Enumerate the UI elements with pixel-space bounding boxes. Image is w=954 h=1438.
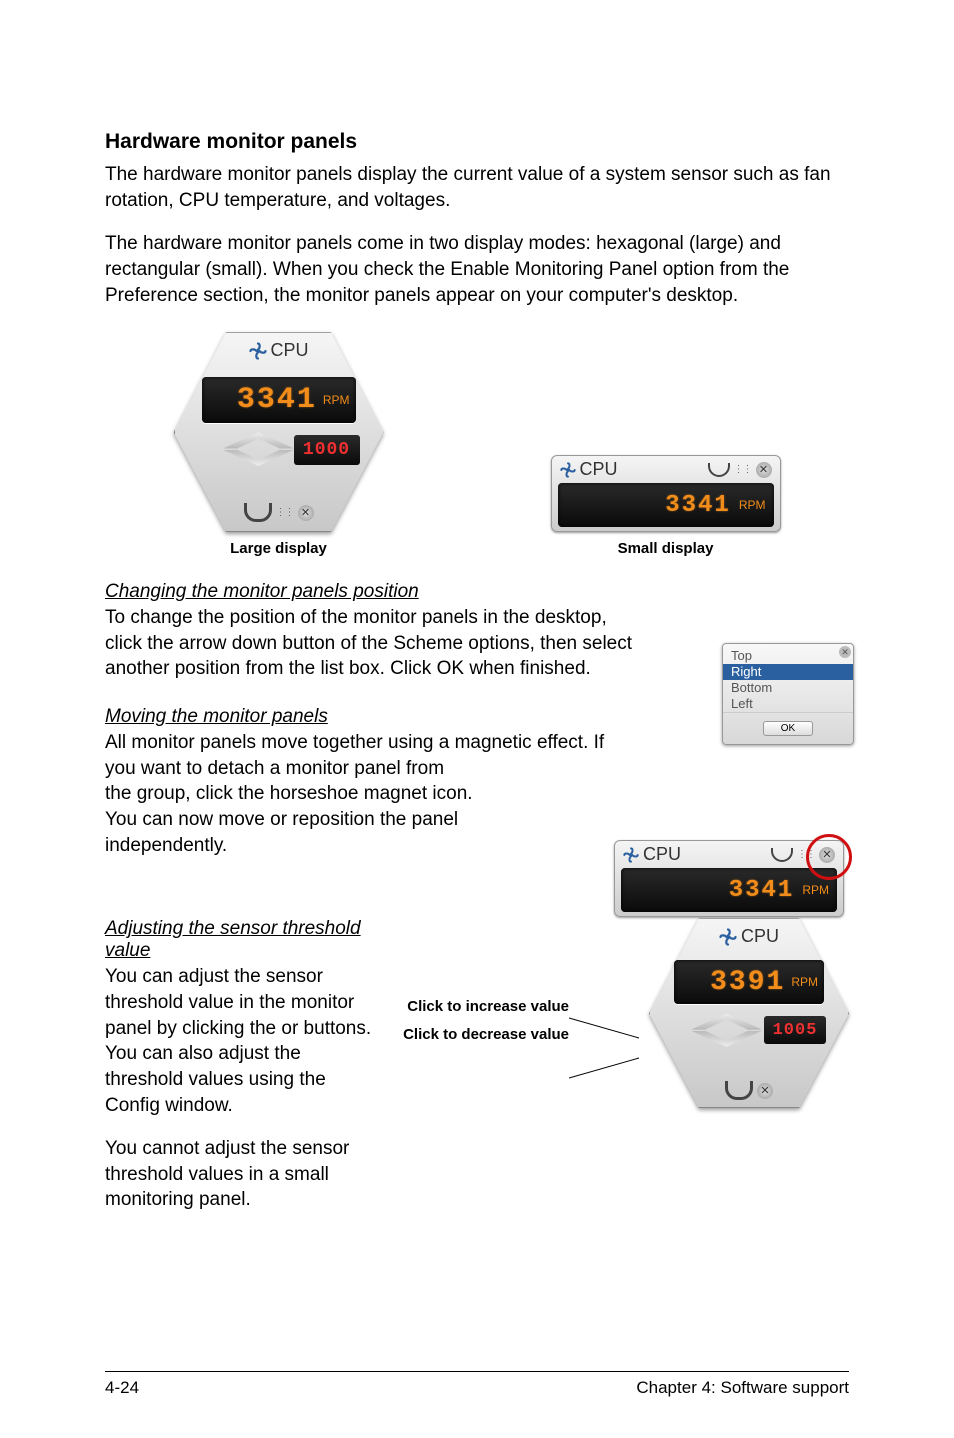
footer-page-number: 4-24 xyxy=(105,1378,139,1398)
small-gauge-title: CPU xyxy=(643,844,681,865)
magnet-icon[interactable] xyxy=(771,848,793,862)
drag-dots-icon[interactable]: ⋮⋮ xyxy=(797,849,815,860)
chevron-up-icon[interactable] xyxy=(692,1013,762,1029)
close-icon[interactable]: ✕ xyxy=(819,847,835,863)
lcd-unit: RPM xyxy=(802,883,829,897)
panel-controls: ⋮⋮ ✕ xyxy=(244,503,314,522)
threshold-stepper[interactable] xyxy=(219,432,299,472)
adjust-monitor-panel[interactable]: CPU 3391 RPM 1005 ✕ xyxy=(649,918,849,1108)
gauge-title: CPU xyxy=(270,340,308,361)
figure-row: CPU 3341 RPM 1000 ⋮⋮ ✕ Large display xyxy=(105,332,849,557)
page-footer: 4-24 Chapter 4: Software support xyxy=(105,1378,849,1398)
lcd-value: 3341 xyxy=(237,383,317,417)
position-options: Top Right Bottom Left xyxy=(723,644,853,713)
close-icon[interactable]: ✕ xyxy=(756,462,772,478)
lcd-main: 3341 RPM xyxy=(558,483,774,527)
lcd-main: 3341 RPM xyxy=(202,377,356,423)
small-title-bar: CPU ⋮⋮ ✕ xyxy=(554,458,778,483)
gauge-title-bar: CPU xyxy=(248,340,308,361)
fan-icon xyxy=(719,928,737,946)
annotation-decrease: Click to decrease value xyxy=(403,1026,569,1044)
adjust-row: Adjusting the sensor threshold value You… xyxy=(105,918,849,1231)
subheading-changing: Changing the monitor panels position xyxy=(105,581,849,603)
large-display-caption: Large display xyxy=(230,540,327,557)
magnet-icon[interactable] xyxy=(725,1081,753,1100)
lcd-value: 3391 xyxy=(710,967,785,998)
magnet-icon[interactable] xyxy=(244,503,272,522)
close-icon[interactable]: ✕ xyxy=(298,505,314,521)
small-display-caption: Small display xyxy=(618,540,714,557)
ok-button[interactable]: OK xyxy=(763,721,813,736)
lcd-unit: RPM xyxy=(791,975,818,989)
footer-rule xyxy=(105,1371,849,1372)
close-icon[interactable]: ✕ xyxy=(839,646,851,658)
paragraph-intro-2: The hardware monitor panels come in two … xyxy=(105,231,849,308)
section-heading: Hardware monitor panels xyxy=(105,130,849,154)
chevron-up-icon[interactable] xyxy=(224,432,294,448)
lcd-threshold: 1005 xyxy=(764,1016,826,1044)
leader-lines xyxy=(569,918,649,1118)
magnet-highlighted-panel: CPU ⋮⋮ ✕ 3341 RPM xyxy=(614,840,854,917)
gauge-title-bar: CPU xyxy=(719,926,779,947)
lcd-value: 3341 xyxy=(665,492,731,519)
paragraph-changing: To change the position of the monitor pa… xyxy=(105,605,635,682)
position-option-left[interactable]: Left xyxy=(723,696,853,712)
small-display-figure: CPU ⋮⋮ ✕ 3341 RPM Small display xyxy=(551,455,781,557)
paragraph-intro-1: The hardware monitor panels display the … xyxy=(105,162,849,213)
paragraph-moving-b: you want to detach a monitor panel from … xyxy=(105,756,475,859)
gauge-title: CPU xyxy=(741,926,779,947)
chevron-down-icon[interactable] xyxy=(224,450,294,466)
large-monitor-panel[interactable]: CPU 3341 RPM 1000 ⋮⋮ ✕ xyxy=(174,332,384,532)
position-option-bottom[interactable]: Bottom xyxy=(723,680,853,696)
small-gauge-title: CPU xyxy=(580,459,618,480)
fan-icon xyxy=(560,462,576,478)
position-option-right[interactable]: Right xyxy=(723,664,853,680)
chevron-down-icon[interactable] xyxy=(692,1031,762,1047)
drag-dots-icon[interactable]: ⋮⋮ xyxy=(734,464,752,475)
fan-icon xyxy=(248,342,266,360)
small-title-bar: CPU ⋮⋮ ✕ xyxy=(617,843,841,868)
position-option-top[interactable]: Top xyxy=(723,648,853,664)
lcd-threshold: 1000 xyxy=(294,435,360,465)
panel-controls: ✕ xyxy=(725,1081,773,1100)
fan-icon xyxy=(623,847,639,863)
footer-chapter: Chapter 4: Software support xyxy=(636,1378,849,1398)
small-monitor-panel[interactable]: CPU ⋮⋮ ✕ 3341 RPM xyxy=(614,840,844,917)
magnet-icon[interactable] xyxy=(708,463,730,477)
subheading-adjusting: Adjusting the sensor threshold value xyxy=(105,918,383,962)
large-display-figure: CPU 3341 RPM 1000 ⋮⋮ ✕ Large display xyxy=(174,332,384,557)
paragraph-adjusting-1: You can adjust the sensor threshold valu… xyxy=(105,964,383,1118)
annotation-column: Click to increase value Click to decreas… xyxy=(403,918,569,1044)
lcd-unit: RPM xyxy=(323,393,350,407)
lcd-main: 3391 RPM xyxy=(674,960,824,1004)
position-dropdown[interactable]: ✕ Top Right Bottom Left OK xyxy=(722,643,854,745)
lcd-unit: RPM xyxy=(739,498,766,512)
lcd-value: 3341 xyxy=(729,877,795,904)
paragraph-adjusting-2: You cannot adjust the sensor threshold v… xyxy=(105,1136,383,1213)
small-monitor-panel[interactable]: CPU ⋮⋮ ✕ 3341 RPM xyxy=(551,455,781,532)
annotation-increase: Click to increase value xyxy=(403,998,569,1016)
lcd-main: 3341 RPM xyxy=(621,868,837,912)
threshold-stepper[interactable] xyxy=(689,1013,764,1053)
drag-dots-icon[interactable]: ⋮⋮ xyxy=(276,507,294,518)
close-icon[interactable]: ✕ xyxy=(757,1083,773,1099)
